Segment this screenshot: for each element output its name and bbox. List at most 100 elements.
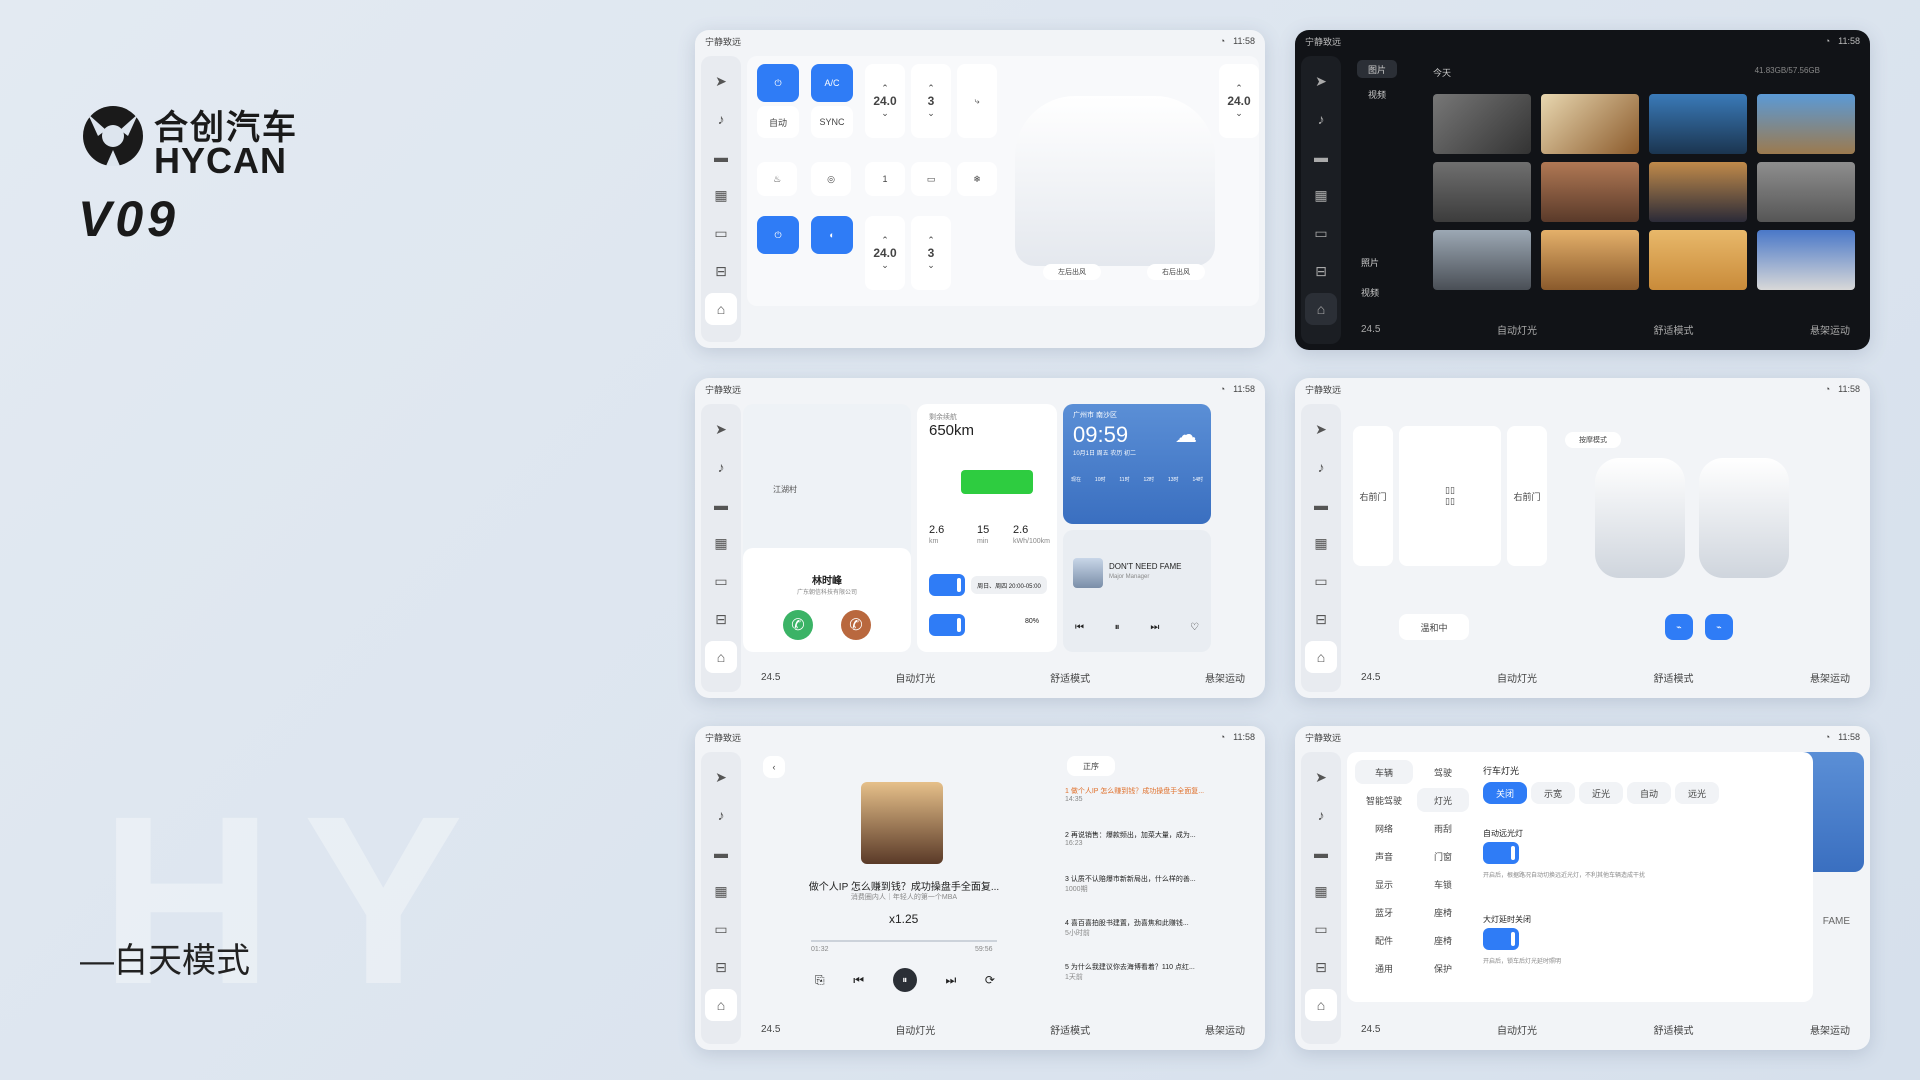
apps-icon[interactable]: ▦ xyxy=(705,179,737,211)
light-option-low[interactable]: 近光 xyxy=(1579,782,1623,804)
seat-heat-tile[interactable]: ♨ xyxy=(757,162,797,196)
photo-thumb[interactable] xyxy=(1649,230,1747,290)
dock-comfort[interactable]: 舒适模式 xyxy=(1050,1022,1090,1037)
list-item[interactable]: 4 喜百喜拍股书建置，劲喜焦和此赚钱... 5小时前 xyxy=(1065,918,1255,962)
apps-icon[interactable]: ▦ xyxy=(1305,179,1337,211)
auto-button[interactable]: 自动 xyxy=(757,106,799,138)
car-icon[interactable]: ▭ xyxy=(1305,217,1337,249)
massage-level[interactable]: 温和中 xyxy=(1399,614,1469,640)
ac-button[interactable]: A/C xyxy=(811,64,853,102)
home-icon[interactable]: ⌂ xyxy=(1305,641,1337,673)
camera-icon[interactable]: ▬ xyxy=(705,489,737,521)
light-option-high[interactable]: 远光 xyxy=(1675,782,1719,804)
photo-thumb[interactable] xyxy=(1757,94,1855,154)
dock-temp[interactable]: 24.5 xyxy=(761,1024,780,1035)
menu-network[interactable]: 网络 xyxy=(1355,816,1413,840)
menu-seats-2[interactable]: 座椅 xyxy=(1417,928,1469,952)
dock-comfort[interactable]: 舒适模式 xyxy=(1653,1022,1693,1037)
music-icon[interactable]: ♪ xyxy=(1305,451,1337,483)
camera-icon[interactable]: ▬ xyxy=(705,141,737,173)
dock-suspension[interactable]: 悬架运动 xyxy=(1810,670,1850,685)
photo-thumb[interactable] xyxy=(1757,162,1855,222)
map-card[interactable]: 江湖村 林时峰 广东朝信科技有限公司 ✆ ✆ xyxy=(743,404,911,652)
menu-display[interactable]: 显示 xyxy=(1355,872,1413,896)
menu-bluetooth[interactable]: 蓝牙 xyxy=(1355,900,1413,924)
music-icon[interactable]: ♪ xyxy=(705,451,737,483)
menu-general[interactable]: 通用 xyxy=(1355,956,1413,980)
camera-icon[interactable]: ▬ xyxy=(1305,837,1337,869)
navigation-icon[interactable]: ➤ xyxy=(705,65,737,97)
apps-icon[interactable]: ▦ xyxy=(1305,875,1337,907)
reset-tile[interactable]: 1 xyxy=(865,162,905,196)
toggle-icon[interactable]: ⊟ xyxy=(1305,951,1337,983)
tab-photos[interactable]: 图片 xyxy=(1357,60,1397,78)
dock-auto-light[interactable]: 自动灯光 xyxy=(1497,670,1537,685)
photo-thumb[interactable] xyxy=(1433,230,1531,290)
car-icon[interactable]: ▭ xyxy=(705,565,737,597)
home-icon[interactable]: ⌂ xyxy=(705,293,737,325)
pause-icon[interactable]: ⏸ xyxy=(1115,622,1120,633)
photo-thumb[interactable] xyxy=(1649,162,1747,222)
music-icon[interactable]: ♪ xyxy=(1305,103,1337,135)
music-card[interactable]: DON'T NEED FAME Major Manager ⏮ ⏸ ⏭ ♡ xyxy=(1063,530,1211,652)
car-icon[interactable]: ▭ xyxy=(1305,565,1337,597)
list-item[interactable]: 3 认质不认赔爆市新新局出，什么样的善... 1000期 xyxy=(1065,874,1255,918)
photo-thumb[interactable] xyxy=(1541,94,1639,154)
repeat-icon[interactable]: ⟳ xyxy=(985,973,995,987)
energy-card[interactable]: 剩余续航 650km 2.6 km 15 min 2.6 kWh/100km 周… xyxy=(917,404,1057,652)
massage-mode-button[interactable]: 按摩模式 xyxy=(1565,432,1621,448)
seat-mode-active-2[interactable]: ⌁ xyxy=(1705,614,1733,640)
rear-left-vent-button[interactable]: 左后出风 xyxy=(1043,264,1101,280)
camera-icon[interactable]: ▬ xyxy=(1305,141,1337,173)
right-door-control[interactable]: 右前门 xyxy=(1507,426,1547,566)
tab-videos[interactable]: 视频 xyxy=(1357,88,1397,101)
music-icon[interactable]: ♪ xyxy=(705,799,737,831)
menu-protection[interactable]: 保护 xyxy=(1417,956,1469,980)
auto-high-beam-toggle[interactable] xyxy=(1483,842,1519,864)
navigation-icon[interactable]: ➤ xyxy=(1305,761,1337,793)
toggle-icon[interactable]: ⊟ xyxy=(705,255,737,287)
dock-suspension[interactable]: 悬架运动 xyxy=(1810,1022,1850,1037)
dock-temp[interactable]: 24.5 xyxy=(1361,1024,1380,1035)
rear-right-vent-button[interactable]: 右后出风 xyxy=(1147,264,1205,280)
menu-seats[interactable]: 座椅 xyxy=(1417,900,1469,924)
snow-tile[interactable]: ❄ xyxy=(957,162,997,196)
accept-call-icon[interactable]: ✆ xyxy=(783,610,813,640)
toggle-icon[interactable]: ⊟ xyxy=(705,951,737,983)
decline-call-icon[interactable]: ✆ xyxy=(841,610,871,640)
next-icon[interactable]: ⏭ xyxy=(945,973,956,988)
dock-temp[interactable]: 24.5 xyxy=(761,672,780,683)
dock-auto-light[interactable]: 自动灯光 xyxy=(895,670,935,685)
menu-vehicle[interactable]: 车辆 xyxy=(1355,760,1413,784)
photo-thumb[interactable] xyxy=(1433,162,1531,222)
dock-auto-light[interactable]: 自动灯光 xyxy=(895,1022,935,1037)
rear-auto-button[interactable]: ◐ xyxy=(811,216,853,254)
temp-right-control[interactable]: ⌃ 24.0 ⌄ xyxy=(1219,64,1259,138)
dock-suspension[interactable]: 悬架运动 xyxy=(1205,670,1245,685)
home-icon[interactable]: ⌂ xyxy=(705,989,737,1021)
apps-icon[interactable]: ▦ xyxy=(1305,527,1337,559)
menu-wipers[interactable]: 雨刮 xyxy=(1417,816,1469,840)
home-icon[interactable]: ⌂ xyxy=(1305,989,1337,1021)
progress-bar[interactable] xyxy=(811,940,997,942)
dock-temp[interactable]: 24.5 xyxy=(1361,672,1380,683)
toggle-icon[interactable]: ⊟ xyxy=(1305,255,1337,287)
apps-icon[interactable]: ▦ xyxy=(705,527,737,559)
menu-driving-assist[interactable]: 智能驾驶 xyxy=(1355,788,1413,812)
home-icon[interactable]: ⌂ xyxy=(1305,293,1337,325)
side-photos[interactable]: 照片 xyxy=(1361,256,1379,269)
airflow-control[interactable]: ⤷ xyxy=(957,64,997,138)
wheel-heat-tile[interactable]: ◎ xyxy=(811,162,851,196)
music-icon[interactable]: ♪ xyxy=(1305,799,1337,831)
weather-card[interactable]: 广州市 南沙区 09:59 10月1日 周五 农历 初二 ☁ 现在 10时 11时 1… xyxy=(1063,404,1211,524)
rear-power-button[interactable]: ⏻ xyxy=(757,216,799,254)
dock-suspension[interactable]: 悬架运动 xyxy=(1810,322,1850,337)
car-icon[interactable]: ▭ xyxy=(705,913,737,945)
temp-left-control[interactable]: ⌃ 24.0 ⌄ xyxy=(865,64,905,138)
power-button[interactable]: ⏻ xyxy=(757,64,799,102)
dock-comfort[interactable]: 舒适模式 xyxy=(1653,670,1693,685)
follow-me-toggle[interactable] xyxy=(1483,928,1519,950)
navigation-icon[interactable]: ➤ xyxy=(1305,413,1337,445)
fan-rear-control[interactable]: ⌃ 3 ⌄ xyxy=(911,216,951,290)
light-option-off[interactable]: 关闭 xyxy=(1483,782,1527,804)
